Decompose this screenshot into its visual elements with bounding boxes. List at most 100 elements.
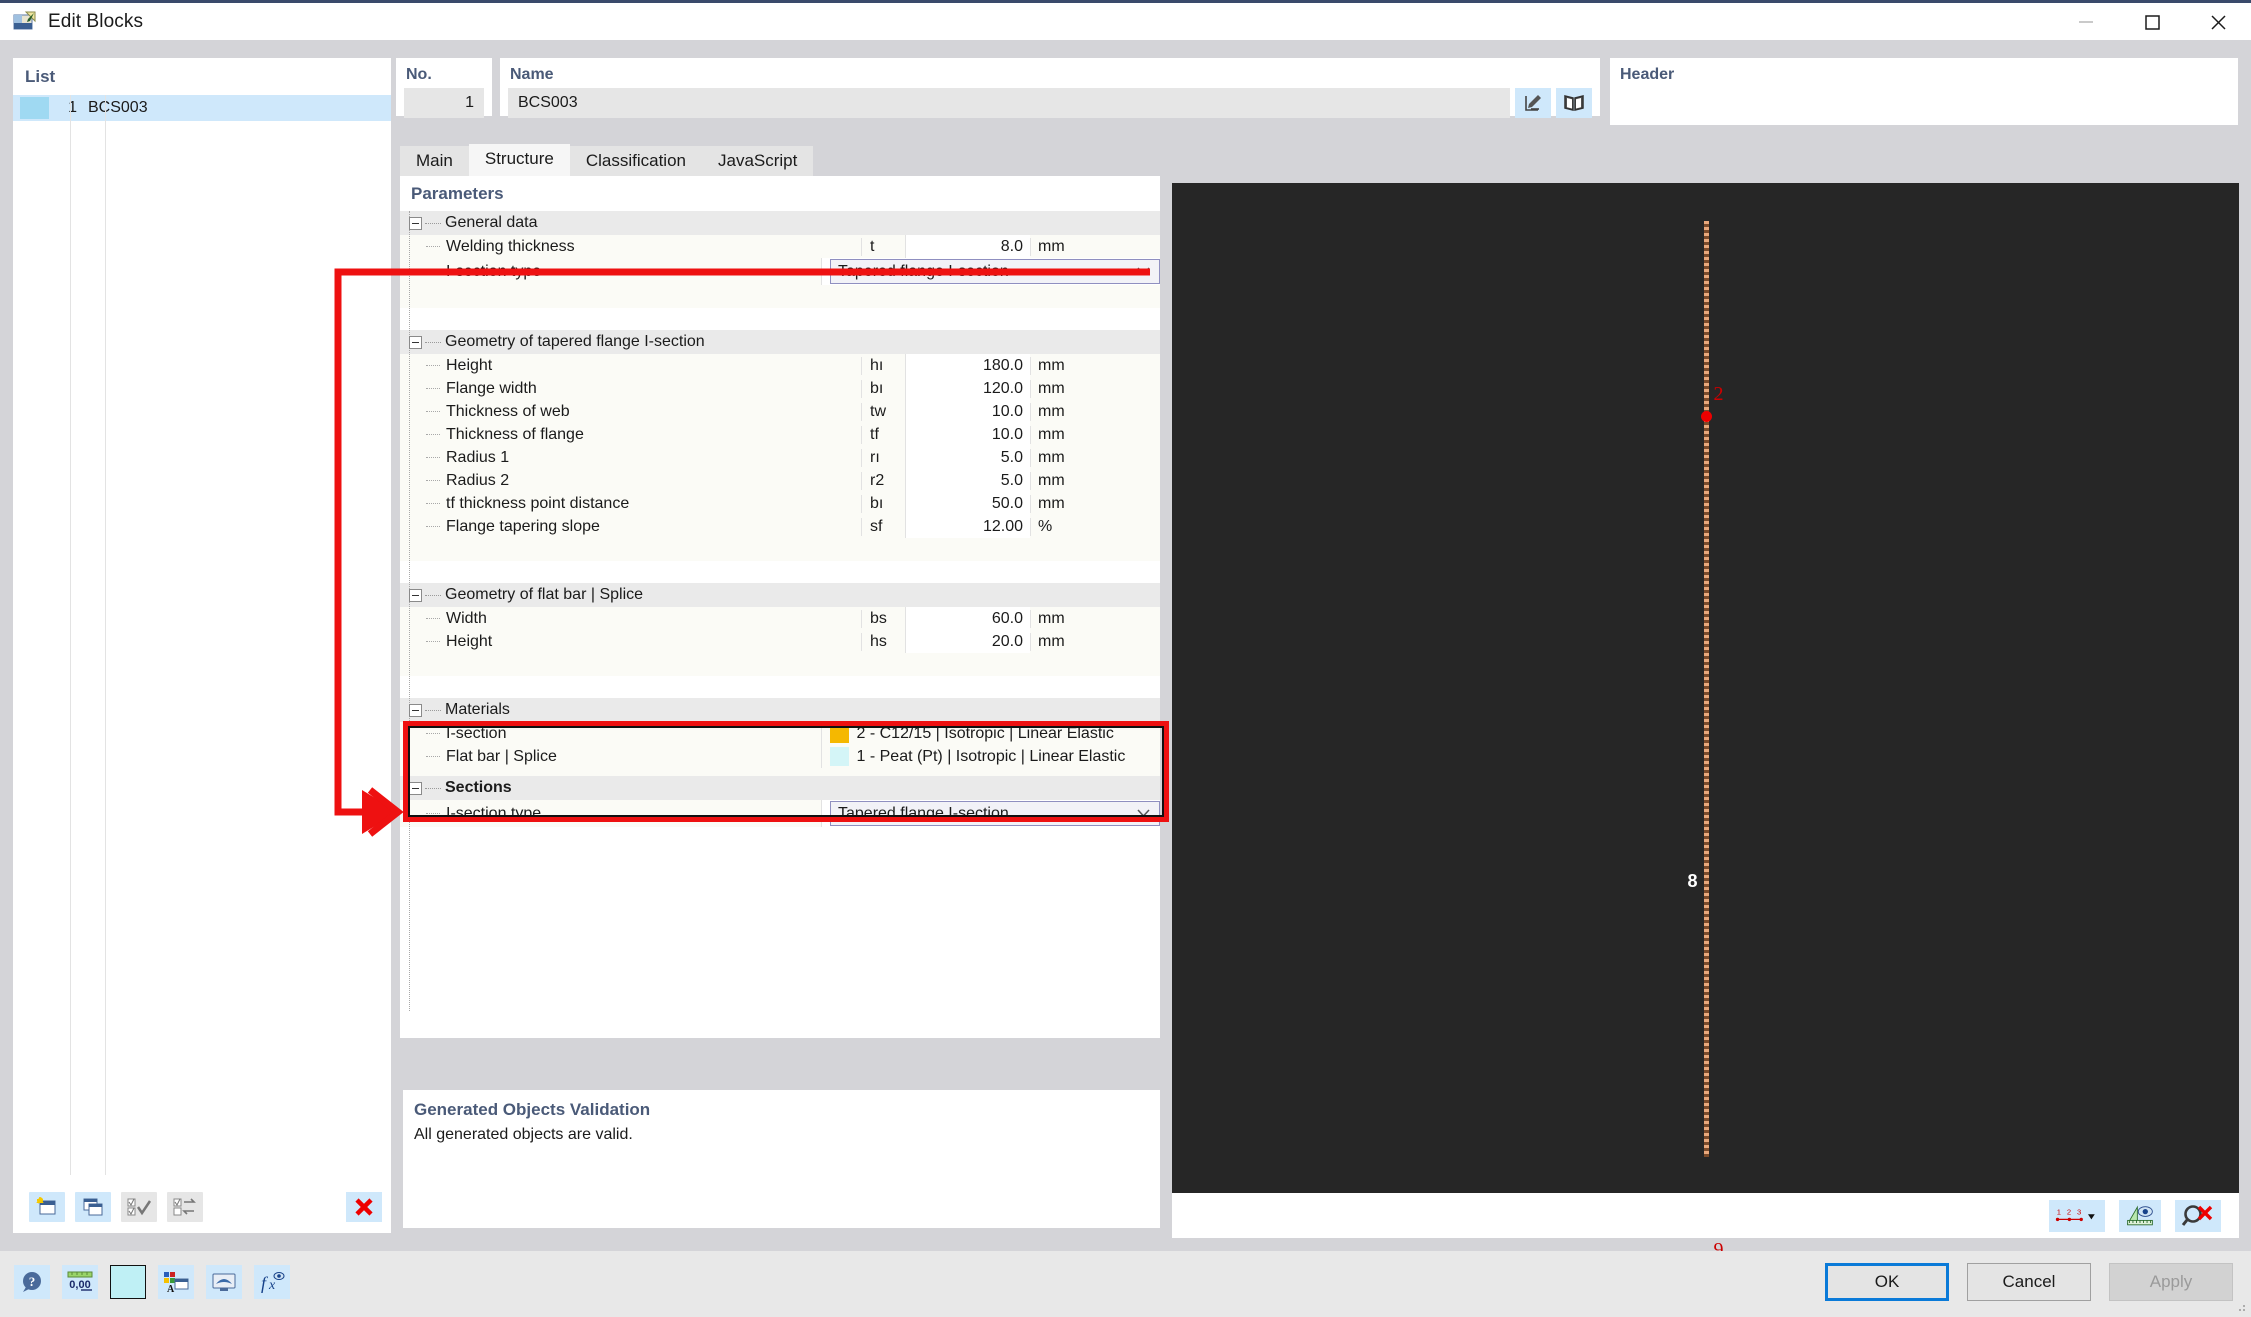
header-input[interactable] (1618, 88, 2230, 116)
param-symbol: bs (861, 609, 905, 628)
render-view-icon[interactable] (2119, 1199, 2161, 1232)
tab-javascript[interactable]: JavaScript (702, 146, 814, 176)
numbering-icon[interactable]: 1 2 3 (2049, 1199, 2105, 1232)
sections-filler (400, 827, 1160, 877)
minimize-icon[interactable] (2053, 3, 2119, 40)
color-swatch-icon[interactable] (110, 1265, 146, 1299)
block-color-swatch (20, 97, 49, 119)
list-item-number: 1 (68, 99, 77, 116)
copy-block-icon[interactable] (75, 1192, 111, 1222)
tree-tick (426, 388, 440, 389)
tree-dots (425, 222, 441, 224)
header-field-label: Header (1620, 66, 1675, 83)
select-all-icon[interactable] (121, 1192, 157, 1222)
param-unit: mm (1030, 609, 1160, 628)
group-gap (400, 561, 1160, 583)
group-gap (400, 676, 1160, 698)
tree-tick (426, 503, 440, 504)
resize-grip[interactable] (2235, 1301, 2247, 1313)
param-value[interactable]: 60.0 (905, 607, 1030, 630)
param-value[interactable]: 10.0 (905, 400, 1030, 423)
param-value[interactable]: 180.0 (905, 354, 1030, 377)
i-section-type-select[interactable]: Tapered flange I-section (830, 259, 1160, 284)
new-block-icon[interactable] (29, 1192, 65, 1222)
tree-tick (426, 365, 440, 366)
param-row-height[interactable]: Height hı 180.0 mm (400, 354, 1160, 377)
tab-structure[interactable]: Structure (468, 144, 570, 176)
group-header-geometry-flat-bar[interactable]: Geometry of flat bar | Splice (400, 583, 1160, 607)
node-top-dot[interactable] (1700, 411, 1712, 422)
param-row-thickness-flange[interactable]: Thickness of flange tf 10.0 mm (400, 423, 1160, 446)
sections-highlight-inner (408, 726, 1164, 817)
display-properties-icon[interactable]: A (158, 1265, 194, 1299)
param-value[interactable]: 120.0 (905, 377, 1030, 400)
tab-classification[interactable]: Classification (569, 146, 702, 176)
svg-text:2: 2 (2067, 1207, 2071, 1216)
window-controls (2053, 3, 2251, 40)
list-panel: List 1 BCS003 (13, 58, 391, 1233)
param-symbol: hs (861, 632, 905, 651)
collapse-icon[interactable] (409, 703, 422, 717)
header-field-box: Header (1610, 58, 2238, 125)
param-unit: mm (1030, 356, 1160, 375)
close-icon[interactable] (2185, 3, 2251, 40)
param-row-i-section-type-general[interactable]: I-section type Tapered flange I-section (400, 258, 1160, 285)
param-value[interactable]: 20.0 (905, 630, 1030, 653)
help-icon[interactable]: ? (14, 1265, 50, 1299)
tab-main[interactable]: Main (400, 146, 469, 176)
name-input[interactable]: BCS003 (508, 88, 1510, 118)
invert-selection-icon[interactable] (167, 1192, 203, 1222)
param-label: Welding thickness (446, 237, 575, 255)
no-input[interactable]: 1 (404, 88, 484, 118)
param-value[interactable]: 12.00 (905, 515, 1030, 538)
group-header-general-data[interactable]: General data (400, 211, 1160, 235)
param-row-radius-1[interactable]: Radius 1 rı 5.0 mm (400, 446, 1160, 469)
collapse-icon[interactable] (409, 588, 422, 602)
param-row-width[interactable]: Width bs 60.0 mm (400, 607, 1160, 630)
member-element[interactable] (1703, 221, 1709, 1157)
formula-icon[interactable]: f x (254, 1265, 290, 1299)
param-row-radius-2[interactable]: Radius 2 r2 5.0 mm (400, 469, 1160, 492)
cancel-button[interactable]: Cancel (1967, 1263, 2091, 1301)
maximize-icon[interactable] (2119, 3, 2185, 40)
zoom-reset-icon[interactable] (2175, 1199, 2221, 1232)
param-row-flange-tapering-slope[interactable]: Flange tapering slope sf 12.00 % (400, 515, 1160, 538)
decimal-places-icon[interactable]: 0,00 (62, 1265, 98, 1299)
param-value[interactable]: 5.0 (905, 446, 1030, 469)
param-unit: mm (1030, 632, 1160, 651)
svg-text:1: 1 (2057, 1207, 2061, 1216)
param-row-flange-width[interactable]: Flange width bı 120.0 mm (400, 377, 1160, 400)
group-header-geometry-tapered[interactable]: Geometry of tapered flange I-section (400, 330, 1160, 354)
param-row-height-flat-bar[interactable]: Height hs 20.0 mm (400, 630, 1160, 653)
param-value[interactable]: 10.0 (905, 423, 1030, 446)
chevron-down-icon (1137, 263, 1150, 281)
block-list[interactable]: 1 BCS003 (13, 95, 391, 1175)
param-label: Radius 1 (446, 448, 510, 466)
svg-text:x: x (268, 1278, 276, 1293)
tree-tick (426, 641, 440, 642)
param-value[interactable]: 5.0 (905, 469, 1030, 492)
group-spacer (400, 285, 1160, 308)
collapse-icon[interactable] (409, 335, 422, 349)
param-symbol: sf (861, 517, 905, 536)
ok-button[interactable]: OK (1825, 1263, 1949, 1301)
param-value[interactable]: 50.0 (905, 492, 1030, 515)
view-settings-icon[interactable] (206, 1265, 242, 1299)
group-title: Geometry of flat bar | Splice (445, 586, 644, 603)
param-unit: mm (1030, 402, 1160, 421)
collapse-icon[interactable] (409, 216, 422, 230)
edit-pencil-icon[interactable] (1515, 88, 1551, 118)
3d-viewport[interactable]: 2 8 9 (1172, 183, 2239, 1290)
param-row-welding-thickness[interactable]: Welding thickness t 8.0 mm (400, 235, 1160, 258)
param-row-tf-thickness-point-distance[interactable]: tf thickness point distance bı 50.0 mm (400, 492, 1160, 515)
param-label: Flange width (446, 379, 537, 397)
bottom-bar: ? 0,00 A f x OK Cancel Apply (0, 1251, 2251, 1317)
param-symbol: bı (861, 494, 905, 513)
delete-button[interactable] (346, 1192, 382, 1222)
param-row-thickness-web[interactable]: Thickness of web tw 10.0 mm (400, 400, 1160, 423)
book-icon[interactable] (1556, 88, 1592, 118)
edit-blocks-dialog: Edit Blocks List 1 BCS003 No. 1 Name BCS… (0, 0, 2251, 1317)
group-header-materials[interactable]: Materials (400, 698, 1160, 722)
param-value[interactable]: 8.0 (905, 235, 1030, 258)
param-unit: mm (1030, 494, 1160, 513)
